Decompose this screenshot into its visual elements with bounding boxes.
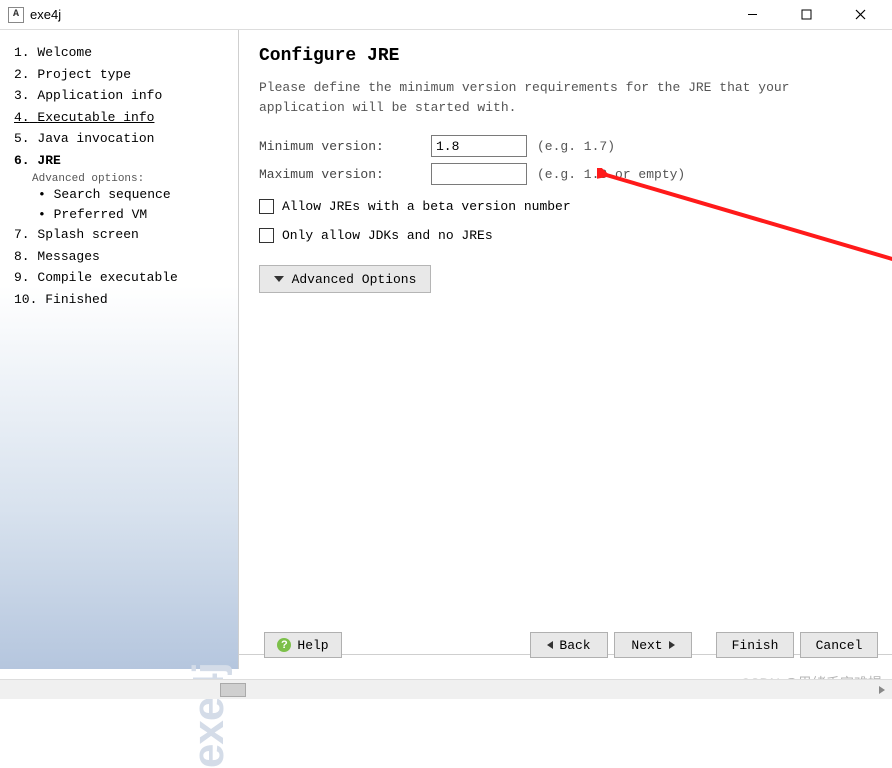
wizard-button-row: ? Help Back Next Finish Cancel bbox=[258, 627, 878, 663]
step-project-type[interactable]: 2. Project type bbox=[14, 64, 232, 86]
page-heading: Configure JRE bbox=[259, 46, 872, 66]
min-version-row: Minimum version: (e.g. 1.7) bbox=[259, 135, 872, 157]
step-finished[interactable]: 10. Finished bbox=[14, 289, 232, 311]
step-messages[interactable]: 8. Messages bbox=[14, 246, 232, 268]
back-label: Back bbox=[559, 638, 590, 653]
back-button[interactable]: Back bbox=[530, 632, 608, 658]
allow-beta-checkbox[interactable] bbox=[259, 199, 274, 214]
only-jdk-checkbox[interactable] bbox=[259, 228, 274, 243]
min-version-input[interactable] bbox=[431, 135, 527, 157]
allow-beta-label: Allow JREs with a beta version number bbox=[282, 199, 571, 214]
finish-label: Finish bbox=[732, 638, 779, 653]
step-welcome[interactable]: 1. Welcome bbox=[14, 42, 232, 64]
next-button[interactable]: Next bbox=[614, 632, 692, 658]
arrow-right-icon bbox=[669, 641, 675, 649]
app-icon: A bbox=[8, 7, 24, 23]
max-version-label: Maximum version: bbox=[259, 167, 431, 182]
advanced-options-button[interactable]: Advanced Options bbox=[259, 265, 431, 293]
max-version-input[interactable] bbox=[431, 163, 527, 185]
finish-button[interactable]: Finish bbox=[716, 632, 794, 658]
advanced-options-label: Advanced Options bbox=[292, 272, 417, 287]
substep-preferred-vm[interactable]: • Preferred VM bbox=[38, 205, 232, 225]
step-application-info[interactable]: 3. Application info bbox=[14, 85, 232, 107]
allow-beta-row: Allow JREs with a beta version number bbox=[259, 199, 872, 214]
max-version-row: Maximum version: (e.g. 1.8 or empty) bbox=[259, 163, 872, 185]
window-title: exe4j bbox=[30, 7, 734, 22]
max-version-hint: (e.g. 1.8 or empty) bbox=[537, 167, 685, 182]
help-icon: ? bbox=[277, 638, 291, 652]
chevron-down-icon bbox=[274, 276, 284, 282]
help-button[interactable]: ? Help bbox=[264, 632, 342, 658]
step-jre[interactable]: 6. JRE bbox=[14, 150, 232, 172]
scroll-right-icon[interactable] bbox=[874, 682, 890, 698]
step-compile-executable[interactable]: 9. Compile executable bbox=[14, 267, 232, 289]
minimize-button[interactable] bbox=[734, 4, 770, 26]
maximize-button[interactable] bbox=[788, 4, 824, 26]
min-version-hint: (e.g. 1.7) bbox=[537, 139, 615, 154]
cancel-button[interactable]: Cancel bbox=[800, 632, 878, 658]
horizontal-scrollbar[interactable] bbox=[0, 679, 892, 699]
scrollbar-thumb[interactable] bbox=[220, 683, 246, 697]
advanced-options-header: Advanced options: bbox=[32, 173, 232, 185]
min-version-label: Minimum version: bbox=[259, 139, 431, 154]
close-button[interactable] bbox=[842, 4, 878, 26]
step-executable-info[interactable]: 4. Executable info bbox=[14, 107, 232, 129]
page-description: Please define the minimum version requir… bbox=[259, 78, 872, 117]
next-label: Next bbox=[631, 638, 662, 653]
step-java-invocation[interactable]: 5. Java invocation bbox=[14, 128, 232, 150]
wizard-sidebar: 1. Welcome 2. Project type 3. Applicatio… bbox=[0, 30, 238, 669]
help-label: Help bbox=[297, 638, 328, 653]
content-panel: Configure JRE Please define the minimum … bbox=[238, 30, 892, 669]
cancel-label: Cancel bbox=[816, 638, 863, 653]
window-buttons bbox=[734, 4, 884, 26]
step-splash-screen[interactable]: 7. Splash screen bbox=[14, 224, 232, 246]
arrow-left-icon bbox=[547, 641, 553, 649]
only-jdk-label: Only allow JDKs and no JREs bbox=[282, 228, 493, 243]
titlebar: A exe4j bbox=[0, 0, 892, 30]
substep-search-sequence[interactable]: • Search sequence bbox=[38, 185, 232, 205]
only-jdk-row: Only allow JDKs and no JREs bbox=[259, 228, 872, 243]
